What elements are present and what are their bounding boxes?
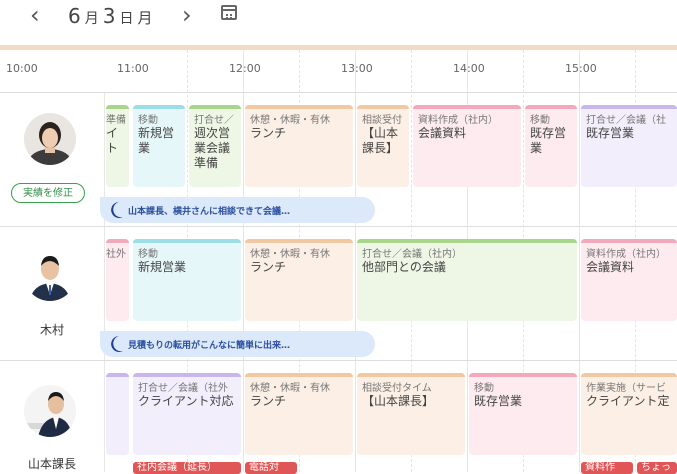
- date-header: ‹ 6月3日月 ›: [0, 0, 677, 44]
- memo-text: 見積もりの転用がこんなに簡単に出来…: [128, 341, 291, 351]
- schedule-event[interactable]: 移動 既存営業: [469, 373, 577, 455]
- avatar[interactable]: [24, 113, 76, 165]
- schedule-event[interactable]: [106, 373, 129, 455]
- schedule-event[interactable]: 社外: [106, 239, 129, 321]
- schedule-event[interactable]: 打合せ／会議（社外 クライアント対応: [133, 373, 241, 455]
- calendar-icon[interactable]: [221, 5, 237, 20]
- avatar[interactable]: [24, 249, 76, 301]
- schedule-event[interactable]: 資料作成（社内） 会議資料: [413, 105, 521, 187]
- chevron-right-icon[interactable]: ›: [182, 2, 192, 28]
- moon-icon: [111, 202, 123, 218]
- person-info: 実績を修正: [0, 93, 105, 226]
- schedule-event[interactable]: 相談受付 【山本課長】: [357, 105, 409, 187]
- time-tick: 11:00: [117, 62, 149, 75]
- time-axis: 10:00 11:00 12:00 13:00 14:00 15:00: [0, 50, 677, 93]
- event-pill[interactable]: ちょっ: [637, 462, 677, 474]
- event-pill[interactable]: 電話対: [245, 462, 297, 474]
- schedule-event[interactable]: 作業実施（サービ クライアント定: [581, 373, 677, 455]
- current-date: 6月3日月: [68, 4, 152, 28]
- date-weekday: 月: [137, 9, 153, 27]
- memo-text: 山本課長、横井さんに相談できて会議…: [128, 207, 291, 217]
- schedule-event[interactable]: 移動 既存営業: [525, 105, 577, 187]
- schedule-event[interactable]: 資料作成（社内） 会議資料: [581, 239, 677, 321]
- avatar[interactable]: [24, 385, 76, 437]
- fix-results-button[interactable]: 実績を修正: [11, 183, 85, 203]
- chevron-left-icon[interactable]: ‹: [30, 2, 40, 28]
- moon-icon: [111, 336, 123, 352]
- time-tick: 12:00: [229, 62, 261, 75]
- time-tick: 15:00: [565, 62, 597, 75]
- date-month: 6: [68, 4, 81, 28]
- schedule-row: 実績を修正 準備 イト 移動 新規営業 打合せ／ 週次営業会議準備 休憩・休暇・…: [0, 93, 677, 227]
- date-day-unit: 日: [119, 11, 134, 27]
- schedule-event[interactable]: 休憩・休暇・有休 ランチ: [245, 239, 353, 321]
- person-info: 木村: [0, 227, 105, 360]
- schedule-event[interactable]: 打合せ／会議（社内） 他部門との会議: [357, 239, 577, 321]
- schedule-event[interactable]: 休憩・休暇・有休 ランチ: [245, 373, 353, 455]
- person-name: 木村: [39, 323, 64, 337]
- schedule-event[interactable]: 相談受付タイム 【山本課長】: [357, 373, 465, 455]
- schedule-event[interactable]: 移動 新規営業: [133, 105, 185, 187]
- memo-bubble[interactable]: 山本課長、横井さんに相談できて会議…: [100, 197, 375, 223]
- person-name: 山本課長: [27, 457, 76, 471]
- date-month-unit: 月: [84, 11, 99, 27]
- time-tick: 10:00: [6, 62, 38, 75]
- event-pill[interactable]: 資料作: [581, 462, 633, 474]
- event-pill[interactable]: 社内会議（延長）: [133, 462, 241, 474]
- person-info: 山本課長: [0, 361, 105, 472]
- memo-bubble[interactable]: 見積もりの転用がこんなに簡単に出来…: [100, 331, 375, 357]
- schedule-event[interactable]: 休憩・休暇・有休 ランチ: [245, 105, 353, 187]
- schedule-event[interactable]: 準備 イト: [106, 105, 129, 187]
- schedule-row: 山本課長 打合せ／会議（社外 クライアント対応 休憩・休暇・有休 ランチ 相談受…: [0, 361, 677, 472]
- time-tick: 13:00: [341, 62, 373, 75]
- schedule-event[interactable]: 移動 新規営業: [133, 239, 241, 321]
- schedule-row: 木村 社外 移動 新規営業 休憩・休暇・有休 ランチ 打合せ／会議（社内） 他部…: [0, 227, 677, 361]
- schedule-event[interactable]: 打合せ／会議（社 既存営業: [581, 105, 677, 187]
- schedule-event[interactable]: 打合せ／ 週次営業会議準備: [189, 105, 241, 187]
- time-tick: 14:00: [453, 62, 485, 75]
- date-day: 3: [102, 4, 116, 28]
